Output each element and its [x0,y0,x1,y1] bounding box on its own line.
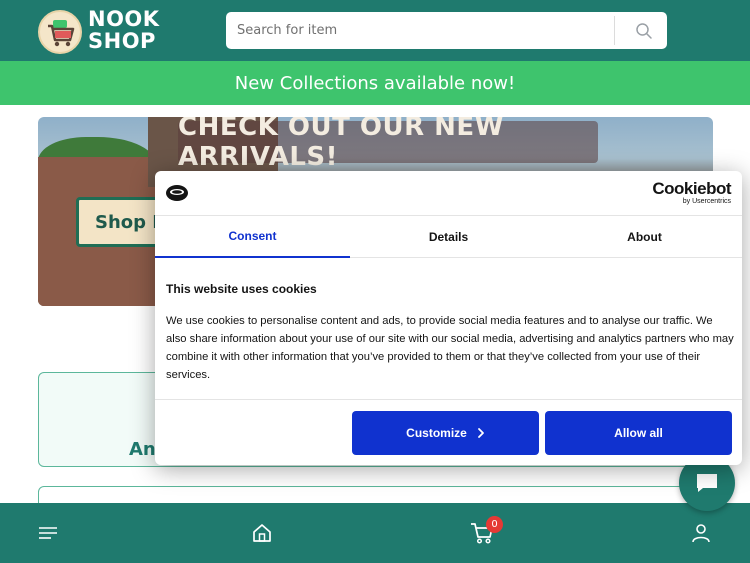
account-button[interactable] [671,503,731,563]
menu-button[interactable] [18,503,78,563]
cookiebot-name: Cookiebot [652,179,731,198]
home-button[interactable] [232,503,292,563]
logo-line-1: NOOK [88,7,160,31]
cart-button[interactable]: 0 [452,503,512,563]
search-icon [636,22,652,39]
bottom-navigation: 0 [0,503,750,563]
customize-button[interactable]: Customize [352,411,539,455]
cookie-heading: This website uses cookies [166,282,317,296]
cookie-divider [155,399,742,400]
site-header: NOOK SHOP [0,0,750,61]
cookie-description: We use cookies to personalise content an… [166,315,734,381]
promo-bar[interactable]: New Collections available now! [0,61,750,105]
search-divider [614,16,615,45]
search-input[interactable] [226,12,616,49]
tab-about[interactable]: About [547,216,742,258]
menu-icon [39,527,57,539]
shopping-cart-logo-icon [38,10,82,54]
logo-line-2: SHOP [88,29,156,53]
customize-label: Customize [406,426,467,440]
chat-icon [697,474,717,492]
cookie-consent-dialog: Cookiebot by Usercentrics Consent Detail… [155,171,742,465]
search-button[interactable] [621,12,667,49]
allow-all-label: Allow all [614,426,663,440]
cookie-tabs: Consent Details About [155,216,742,258]
tab-consent[interactable]: Consent [155,216,350,258]
chevron-right-icon [477,428,484,438]
logo-text: NOOK SHOP [88,8,160,52]
category-card-title: An [129,439,156,460]
search-bar [226,12,667,49]
cookie-icon [165,184,189,202]
cookie-body: This website uses cookies We use cookies… [166,282,736,384]
allow-all-button[interactable]: Allow all [545,411,732,455]
banner-title: CHECK OUT OUR NEW ARRIVALS! [178,117,598,172]
nook-shop-logo[interactable]: NOOK SHOP [38,8,170,54]
home-icon [253,524,271,542]
cart-count-badge: 0 [486,516,503,533]
cookiebot-subtitle: by Usercentrics [682,198,731,205]
cookiebot-logo[interactable]: Cookiebot by Usercentrics [652,180,731,206]
user-icon [692,524,710,543]
promo-text: New Collections available now! [234,72,516,94]
cookie-dialog-header: Cookiebot by Usercentrics [155,171,742,216]
tab-details[interactable]: Details [351,216,546,258]
